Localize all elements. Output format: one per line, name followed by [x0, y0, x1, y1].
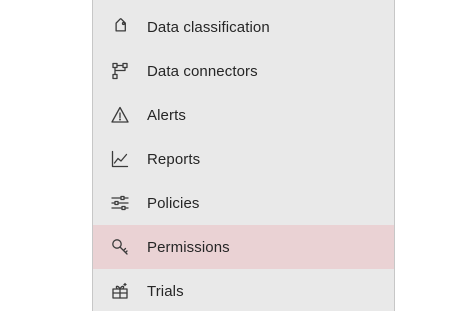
nav-item-permissions[interactable]: Permissions [93, 225, 394, 269]
nav-item-trials[interactable]: Trials [93, 269, 394, 311]
sliders-icon [109, 192, 131, 214]
nav-item-data-connectors[interactable]: Data connectors [93, 49, 394, 93]
nav-item-label: Alerts [147, 106, 186, 124]
nav-item-label: Data connectors [147, 62, 258, 80]
line-chart-icon [109, 148, 131, 170]
key-icon [109, 236, 131, 258]
connector-icon [109, 60, 131, 82]
nav-item-reports[interactable]: Reports [93, 137, 394, 181]
nav-item-label: Data classification [147, 18, 270, 36]
nav-item-label: Trials [147, 282, 184, 300]
nav-item-label: Policies [147, 194, 200, 212]
nav-item-label: Permissions [147, 238, 230, 256]
nav-list: Data classification Data connectors Aler… [93, 5, 394, 311]
nav-item-label: Reports [147, 150, 201, 168]
nav-item-alerts[interactable]: Alerts [93, 93, 394, 137]
tag-icon [109, 16, 131, 38]
nav-item-data-classification[interactable]: Data classification [93, 5, 394, 49]
navigation-panel: Data classification Data connectors Aler… [92, 0, 395, 311]
warning-icon [109, 104, 131, 126]
nav-item-policies[interactable]: Policies [93, 181, 394, 225]
gift-icon [109, 280, 131, 302]
